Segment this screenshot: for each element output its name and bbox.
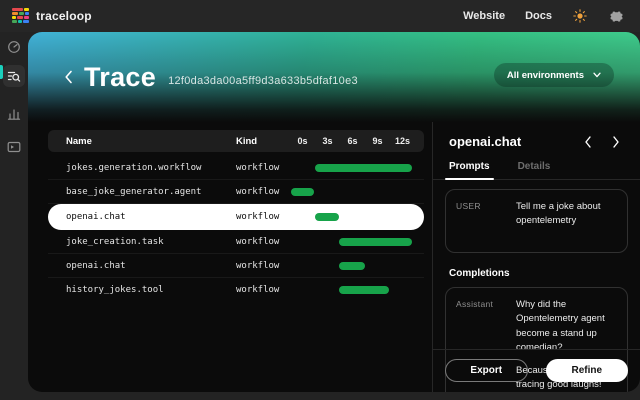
settings-gear-icon[interactable] bbox=[608, 8, 624, 24]
traceloop-logo-icon bbox=[12, 8, 29, 24]
span-kind: workflow bbox=[236, 285, 290, 295]
tab-details[interactable]: Details bbox=[518, 161, 551, 179]
detail-tabs: Prompts Details bbox=[433, 161, 640, 180]
main-panel: Trace 12f0da3da00a5ff9d3a633b5dfaf10e3 A… bbox=[28, 32, 640, 392]
chevron-down-icon bbox=[593, 72, 601, 78]
span-kind: workflow bbox=[236, 187, 290, 197]
chevron-left-icon bbox=[64, 70, 73, 84]
span-detail-panel: openai.chat Prompts Details USER Tell bbox=[432, 122, 640, 392]
column-header-kind: Kind bbox=[236, 136, 290, 147]
trace-search-icon bbox=[7, 69, 21, 83]
span-timeline: Name Kind 0s3s6s9s12s jokes.generation.w… bbox=[28, 122, 432, 392]
span-kind: workflow bbox=[236, 163, 290, 173]
sidebar-item-traces[interactable] bbox=[3, 65, 25, 87]
span-name: history_jokes.tool bbox=[66, 285, 236, 295]
environment-selector[interactable]: All environments bbox=[494, 63, 614, 87]
sidebar-item-dashboard[interactable] bbox=[3, 36, 25, 58]
active-item-indicator bbox=[0, 65, 3, 79]
duration-bar bbox=[339, 238, 412, 246]
sidebar-item-analytics[interactable] bbox=[3, 103, 25, 125]
span-kind: workflow bbox=[236, 261, 290, 271]
docs-link[interactable]: Docs bbox=[525, 10, 552, 22]
span-kind: workflow bbox=[236, 212, 290, 222]
gauge-icon bbox=[7, 40, 21, 54]
top-bar: traceloop Website Docs bbox=[0, 0, 640, 32]
column-header-name: Name bbox=[66, 136, 236, 147]
span-name: base_joke_generator.agent bbox=[66, 187, 236, 197]
prompt-message: USER Tell me a joke about opentelemetry bbox=[445, 189, 628, 253]
chevron-left-icon bbox=[584, 136, 592, 148]
next-span-button[interactable] bbox=[610, 135, 622, 149]
tick-label: 0s bbox=[290, 136, 315, 146]
sidebar bbox=[0, 32, 28, 400]
timeline-rows: jokes.generation.workflowworkflowbase_jo… bbox=[48, 156, 424, 302]
message-role: USER bbox=[456, 200, 506, 242]
table-row[interactable]: jokes.generation.workflowworkflow bbox=[48, 156, 424, 180]
environment-selector-label: All environments bbox=[507, 70, 584, 81]
trace-header: Trace 12f0da3da00a5ff9d3a633b5dfaf10e3 A… bbox=[28, 32, 640, 122]
brand[interactable]: traceloop bbox=[12, 8, 92, 24]
span-title: openai.chat bbox=[449, 134, 521, 149]
table-row[interactable]: joke_creation.taskworkflow bbox=[48, 230, 424, 254]
page-title: Trace bbox=[84, 62, 156, 93]
trace-id: 12f0da3da00a5ff9d3a633b5dfaf10e3 bbox=[168, 75, 358, 87]
completions-heading: Completions bbox=[449, 268, 628, 279]
span-kind: workflow bbox=[236, 237, 290, 247]
tick-label: 12s bbox=[390, 136, 415, 146]
timeline-ticks: 0s3s6s9s12s bbox=[290, 136, 424, 146]
terminal-icon bbox=[7, 140, 21, 154]
refine-button[interactable]: Refine bbox=[546, 359, 629, 382]
back-button[interactable] bbox=[60, 67, 76, 87]
website-link[interactable]: Website bbox=[463, 10, 505, 22]
span-name: joke_creation.task bbox=[66, 237, 236, 247]
export-button[interactable]: Export bbox=[445, 359, 528, 382]
theme-sun-icon[interactable] bbox=[572, 8, 588, 24]
duration-bar bbox=[315, 164, 412, 172]
table-row[interactable]: history_jokes.toolworkflow bbox=[48, 278, 424, 302]
tick-label: 3s bbox=[315, 136, 340, 146]
table-header-row: Name Kind 0s3s6s9s12s bbox=[48, 130, 424, 152]
table-row[interactable]: base_joke_generator.agentworkflow bbox=[48, 180, 424, 204]
prev-span-button[interactable] bbox=[582, 135, 594, 149]
sidebar-item-playground[interactable] bbox=[3, 136, 25, 158]
table-row[interactable]: openai.chatworkflow bbox=[48, 204, 424, 230]
chevron-right-icon bbox=[612, 136, 620, 148]
span-name: openai.chat bbox=[66, 212, 236, 222]
message-text: Tell me a joke about opentelemetry bbox=[516, 200, 617, 242]
span-name: jokes.generation.workflow bbox=[66, 163, 236, 173]
detail-actions: Export Refine bbox=[433, 349, 640, 392]
bar-chart-icon bbox=[7, 107, 21, 121]
brand-name: traceloop bbox=[36, 9, 92, 23]
duration-bar bbox=[315, 213, 339, 221]
tab-prompts[interactable]: Prompts bbox=[449, 161, 490, 179]
duration-bar bbox=[339, 286, 389, 294]
duration-bar bbox=[339, 262, 365, 270]
tick-label: 9s bbox=[365, 136, 390, 146]
span-name: openai.chat bbox=[66, 261, 236, 271]
duration-bar bbox=[291, 188, 314, 196]
tick-label: 6s bbox=[340, 136, 365, 146]
table-row[interactable]: openai.chatworkflow bbox=[48, 254, 424, 278]
